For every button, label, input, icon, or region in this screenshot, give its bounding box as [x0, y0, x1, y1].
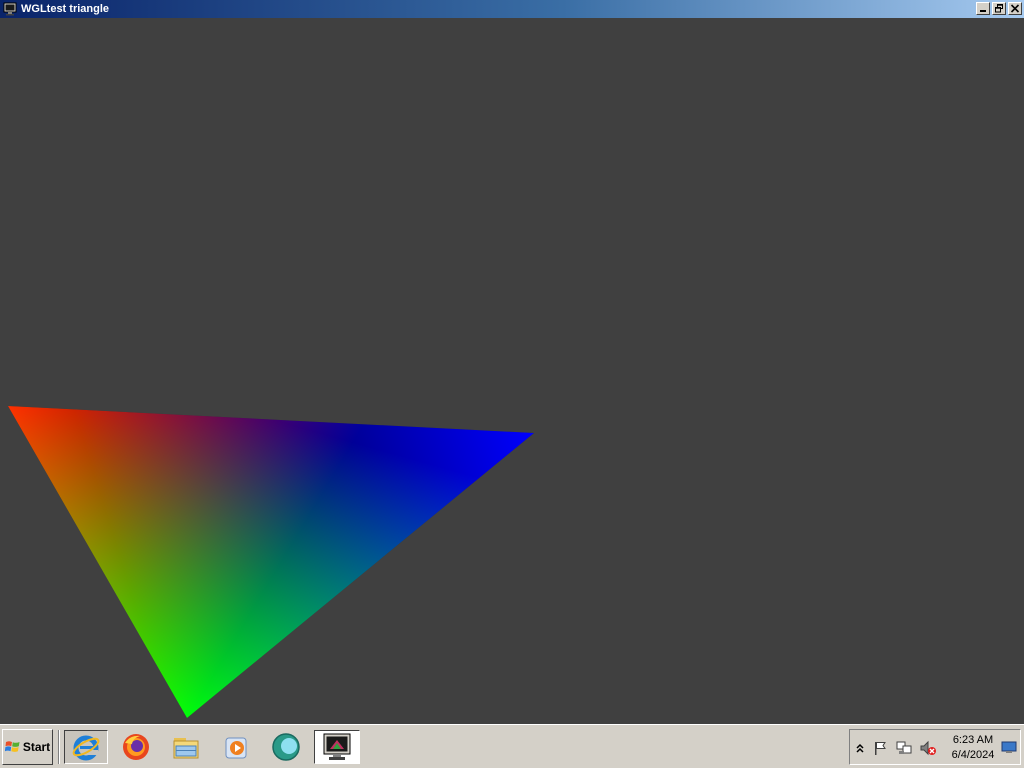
show-desktop-icon[interactable] — [1001, 739, 1017, 755]
quick-launch-app-bubble[interactable] — [264, 730, 308, 764]
media-player-icon — [225, 737, 247, 759]
quick-launch-internet-explorer[interactable] — [64, 730, 108, 764]
internet-explorer-icon — [72, 735, 100, 761]
file-explorer-icon — [173, 738, 199, 759]
window-title: WGLtest triangle — [21, 3, 110, 15]
quick-launch-media-player[interactable] — [214, 730, 258, 764]
quick-launch-file-explorer[interactable] — [164, 730, 208, 764]
restore-button[interactable] — [992, 2, 1006, 15]
minimize-button[interactable] — [976, 2, 990, 15]
quick-launch-divider — [58, 730, 60, 764]
action-center-flag-icon[interactable] — [872, 740, 888, 756]
close-button[interactable] — [1008, 2, 1022, 15]
start-button[interactable]: Start — [2, 729, 53, 765]
firefox-icon — [123, 734, 149, 760]
clock-date: 6/4/2024 — [951, 749, 995, 761]
taskbar-button-wgltest[interactable] — [314, 730, 360, 764]
volume-muted-icon[interactable] — [920, 740, 936, 756]
opengl-viewport[interactable] — [0, 18, 1024, 724]
windows-flag-icon — [4, 741, 20, 752]
close-icon — [1010, 4, 1020, 13]
triangle-scene — [8, 406, 534, 718]
app-bubble-icon — [272, 733, 300, 761]
quick-launch-firefox[interactable] — [114, 730, 158, 764]
minimize-icon — [980, 10, 986, 12]
tray-clock[interactable]: 6:23 AM 6/4/2024 — [946, 733, 1000, 763]
start-label: Start — [22, 740, 51, 754]
system-tray: 6:23 AM 6/4/2024 — [849, 729, 1021, 765]
wgltest-window-icon — [323, 733, 351, 760]
show-hidden-icon[interactable] — [852, 740, 868, 756]
monitor-icon — [3, 2, 17, 16]
window-title-bar[interactable]: WGLtest triangle — [0, 0, 1024, 18]
clock-time: 6:23 AM — [952, 734, 994, 746]
taskbar: Start 6:23 AM 6/4/2024 — [0, 724, 1024, 768]
restore-icon — [995, 4, 1003, 13]
window-controls — [974, 2, 1022, 15]
rgb-triangle — [8, 406, 534, 718]
network-icon[interactable] — [896, 740, 912, 756]
